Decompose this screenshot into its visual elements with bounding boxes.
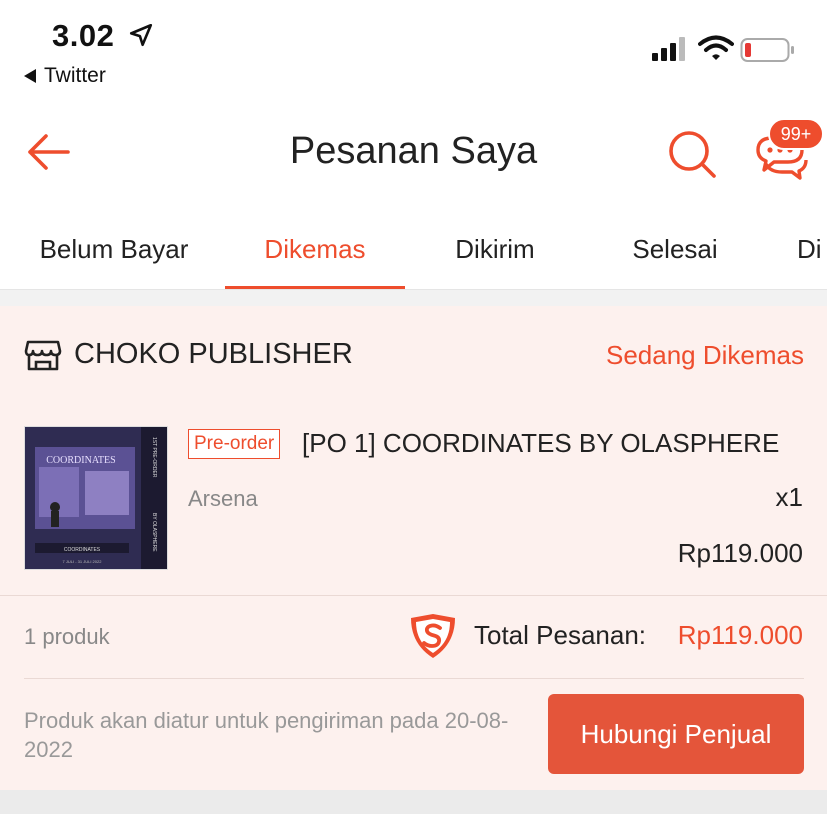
total-value: Rp119.000 [677, 620, 803, 650]
app-header: Pesanan Saya 99+ [0, 100, 827, 208]
total-label: Total Pesanan: [474, 620, 647, 650]
back-app-label: Twitter [44, 64, 106, 87]
book-cover-image: COORDINATES COORDINATES 7 JULI - 31 JULI… [25, 427, 167, 569]
cover-dates: 7 JULI - 31 JULI 2022 [63, 559, 103, 564]
shop-name[interactable]: CHOKO PUBLISHER [74, 338, 353, 371]
tab-label: Di [797, 234, 822, 264]
shop-row: CHOKO PUBLISHER Sedang Dikemas [24, 336, 804, 376]
search-icon[interactable] [666, 128, 718, 180]
product-name[interactable]: [PO 1] COORDINATES BY OLASPHERE [302, 428, 779, 459]
tab-label: Dikirim [455, 234, 535, 264]
tab-dibatalkan[interactable]: Di [797, 208, 827, 289]
tab-label: Dikemas [264, 234, 366, 264]
status-bar: 3.02 Twitter [0, 0, 827, 100]
divider [24, 678, 804, 679]
order-status-label: Sedang Dikemas [606, 340, 804, 370]
chat-unread-badge: 99+ [768, 118, 824, 150]
cellular-signal-icon [652, 37, 685, 61]
tab-label: Selesai [632, 234, 718, 264]
product-variant: Arsena [188, 486, 258, 511]
back-triangle-icon [24, 69, 36, 83]
clock: 3.02 [52, 18, 115, 53]
cover-side-text-1: 1ST PRE-ORDER [151, 437, 157, 478]
product-quantity: x1 [775, 482, 803, 512]
cover-side-text-2: BY OLASPHERE [151, 513, 157, 552]
divider [0, 595, 827, 596]
order-status-tabs: Belum Bayar Dikemas Dikirim Selesai Di [0, 208, 827, 290]
contact-seller-button[interactable]: Hubungi Penjual [548, 694, 804, 774]
preorder-tag: Pre-order [188, 429, 281, 459]
shop-icon [24, 340, 62, 371]
cover-title: COORDINATES [46, 455, 115, 466]
tab-dikemas[interactable]: Dikemas [225, 208, 405, 289]
list-spacer [0, 790, 827, 814]
product-price: Rp119.000 [677, 538, 803, 568]
battery-icon [740, 38, 794, 62]
tab-selesai[interactable]: Selesai [585, 208, 765, 289]
product-count: 1 produk [24, 624, 110, 649]
tab-belum-bayar[interactable]: Belum Bayar [24, 208, 204, 289]
shopee-guarantee-shield-icon [411, 614, 455, 658]
location-arrow-icon [129, 23, 153, 47]
cover-subtitle: COORDINATES [64, 547, 101, 553]
product-thumbnail[interactable]: COORDINATES COORDINATES 7 JULI - 31 JULI… [24, 426, 168, 570]
wifi-icon [698, 35, 734, 60]
tab-label: Belum Bayar [39, 234, 189, 264]
shipping-note: Produk akan diatur untuk pengiriman pada… [24, 708, 509, 762]
order-card[interactable]: CHOKO PUBLISHER Sedang Dikemas COORDINAT… [0, 306, 827, 790]
active-tab-indicator [225, 286, 405, 289]
back-to-app-link[interactable]: Twitter [24, 64, 106, 88]
tab-dikirim[interactable]: Dikirim [405, 208, 585, 289]
